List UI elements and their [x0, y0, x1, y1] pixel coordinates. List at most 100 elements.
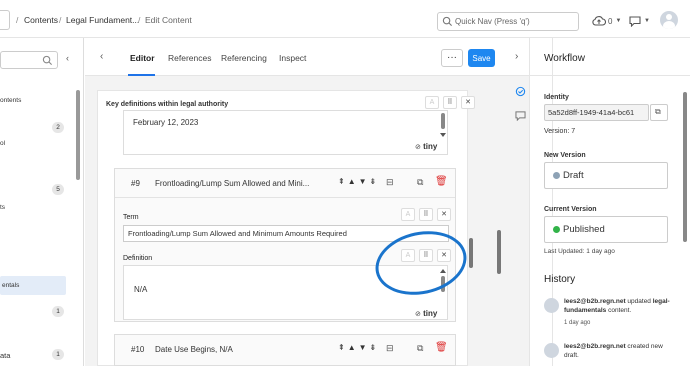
save-button[interactable]: Save	[468, 49, 495, 67]
delete-icon[interactable]: 🗑	[435, 342, 448, 353]
more-actions-button[interactable]: ···	[441, 49, 463, 67]
editor-scrollbar[interactable]	[469, 238, 473, 268]
chevron-down-icon: ▼	[644, 18, 650, 24]
identity-value: 5a52d8ff-1949-41a4-bc61	[548, 108, 635, 117]
scroll-down-icon[interactable]	[440, 133, 446, 137]
reorder-controls[interactable]: ⇞▲▼⇟	[338, 177, 379, 186]
history-action: updated	[627, 298, 651, 305]
left-item-ts[interactable]: ts	[0, 204, 5, 211]
user-avatar[interactable]	[660, 11, 678, 29]
draft-status-dot	[553, 172, 560, 179]
close-icon[interactable]: ✕	[437, 208, 451, 221]
reorder-controls[interactable]: ⇞▲▼⇟	[338, 343, 379, 352]
tiny-brand: tiny	[423, 309, 438, 318]
left-item-data[interactable]: ata	[0, 351, 10, 360]
item-title[interactable]: Date Use Begins, N/A	[155, 345, 233, 354]
right-panel-strip	[529, 38, 553, 366]
left-item-contents[interactable]: ontents	[0, 97, 21, 104]
search-icon	[42, 55, 53, 66]
breadcrumb-legal-fundamentals[interactable]: Legal Fundament...	[66, 15, 139, 25]
current-version-status-text: Published	[563, 224, 605, 235]
active-tab-indicator	[128, 74, 155, 76]
history-entry: lees2@b2b.regn.net updated legal-fundame…	[564, 297, 679, 315]
workflow-title: Workflow	[544, 53, 585, 64]
tiny-logo-icon: ⊘	[415, 311, 421, 318]
tab-inspect[interactable]: Inspect	[279, 53, 306, 63]
left-panel	[0, 38, 84, 366]
history-user[interactable]: lees2@b2b.regn.net	[564, 298, 626, 305]
drag-handle-icon[interactable]: ⠿	[443, 96, 457, 109]
workflow-icon[interactable]	[515, 86, 526, 97]
copy-icon[interactable]: ⧉	[417, 343, 423, 354]
section-heading: Key definitions within legal authority	[106, 101, 229, 108]
breadcrumb-edit-content: Edit Content	[145, 15, 192, 25]
previous-definition-editor[interactable]	[123, 110, 448, 155]
left-item-fundamentals[interactable]: entals	[2, 282, 19, 289]
left-item-ol[interactable]: ol	[0, 140, 5, 147]
item-number: #9	[131, 179, 140, 188]
divider	[115, 197, 455, 198]
back-button[interactable]	[0, 10, 10, 30]
comments-menu[interactable]: ▼	[629, 13, 650, 29]
ai-assist-icon: A	[425, 96, 439, 109]
history-suffix: content.	[608, 307, 632, 314]
tab-editor[interactable]: Editor	[130, 53, 155, 63]
workflow-panel	[553, 38, 690, 366]
editor-mini-scrollbar[interactable]	[441, 113, 445, 129]
breadcrumb-separator: /	[59, 15, 62, 25]
item-title[interactable]: Frontloading/Lump Sum Allowed and Mini..…	[155, 179, 309, 188]
history-action: created new	[627, 343, 663, 350]
cloud-upload-icon	[592, 16, 606, 26]
collapse-item-icon[interactable]: ⊟	[386, 343, 394, 354]
workflow-scrollbar[interactable]	[683, 92, 687, 242]
avatar	[544, 343, 559, 358]
collapse-item-icon[interactable]: ⊟	[386, 177, 394, 188]
left-item-badge: 1	[52, 349, 64, 360]
left-item-badge: 5	[52, 184, 64, 195]
copy-icon: ⧉	[655, 107, 661, 116]
term-label: Term	[123, 214, 139, 221]
identity-label: Identity	[544, 94, 569, 101]
close-icon[interactable]: ✕	[461, 96, 475, 109]
previous-definition-text: February 12, 2023	[133, 118, 199, 127]
definition-label: Definition	[123, 255, 153, 262]
upload-count: 0	[608, 16, 613, 26]
left-scrollbar[interactable]	[76, 90, 80, 180]
ai-assist-icon: A	[401, 208, 415, 221]
search-icon	[442, 16, 453, 27]
divider	[530, 75, 690, 76]
delete-icon[interactable]: 🗑	[435, 176, 448, 187]
upload-status[interactable]: 0 ▼	[592, 13, 621, 29]
chevron-left-icon[interactable]: ‹	[100, 51, 103, 62]
tiny-logo: ⊘ tiny	[415, 142, 437, 151]
tiny-brand: tiny	[423, 142, 438, 151]
breadcrumb-separator: /	[138, 15, 141, 25]
content-scrollbar[interactable]	[497, 230, 501, 274]
chevron-down-icon: ▼	[615, 18, 622, 24]
collapse-left-icon[interactable]: ‹	[66, 53, 69, 63]
last-updated-text: Last Updated: 1 day ago	[544, 248, 615, 255]
history-suffix: draft.	[564, 352, 579, 359]
comment-icon[interactable]	[515, 111, 526, 121]
tiny-logo-icon: ⊘	[415, 144, 421, 151]
copy-icon[interactable]: ⧉	[417, 177, 423, 188]
left-search-input[interactable]	[0, 51, 58, 69]
quick-nav-placeholder: Quick Nav (Press 'q')	[455, 17, 530, 26]
tiny-logo: ⊘ tiny	[415, 309, 437, 318]
tab-references[interactable]: References	[168, 53, 211, 63]
breadcrumb-contents[interactable]: Contents	[24, 15, 58, 25]
new-version-label: New Version	[544, 152, 586, 159]
tab-referencing[interactable]: Referencing	[221, 53, 267, 63]
quick-nav-search[interactable]: Quick Nav (Press 'q')	[437, 12, 579, 31]
drag-handle-icon[interactable]: ⠿	[419, 208, 433, 221]
left-item-badge: 1	[52, 306, 64, 317]
definition-text: N/A	[134, 285, 148, 294]
published-status-dot	[553, 226, 560, 233]
current-version-label: Current Version	[544, 206, 597, 213]
item-number: #10	[131, 345, 145, 354]
history-user[interactable]: lees2@b2b.regn.net	[564, 343, 626, 350]
comment-icon	[629, 15, 641, 27]
breadcrumb-separator: /	[16, 15, 19, 25]
version-text: Version: 7	[544, 128, 576, 135]
chevron-right-icon[interactable]: ›	[515, 51, 518, 62]
